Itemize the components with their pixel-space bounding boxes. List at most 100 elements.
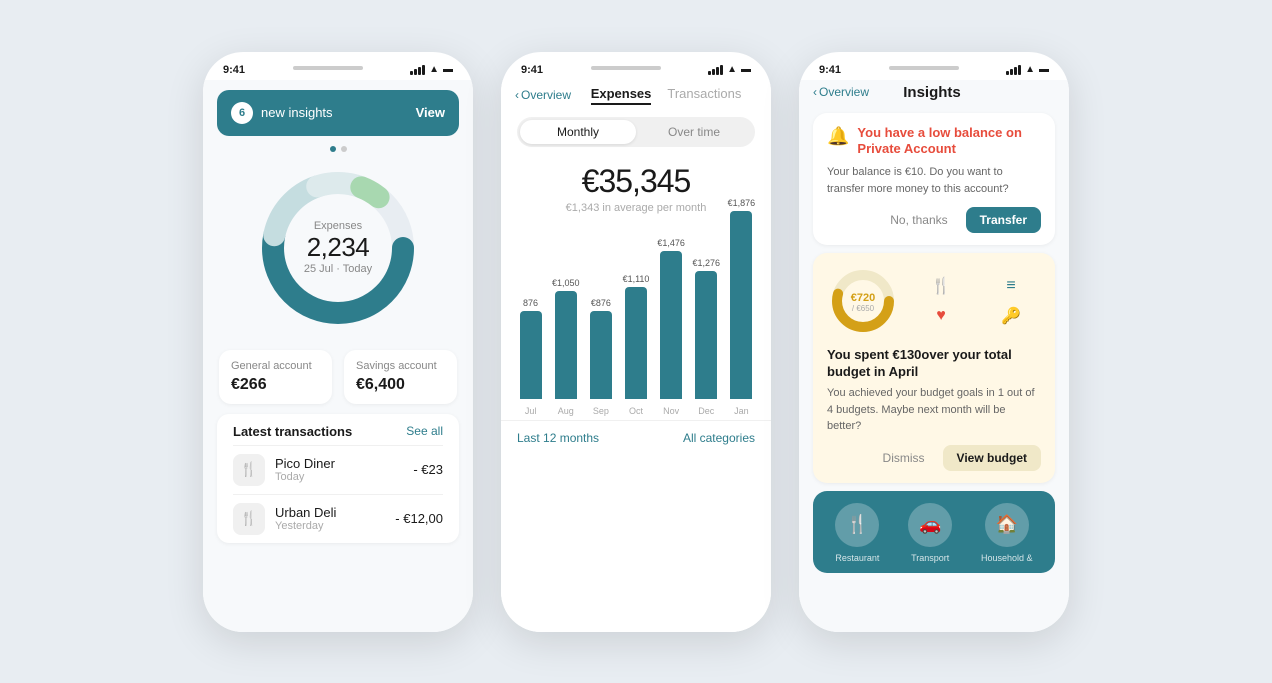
toggle-overtime[interactable]: Over time — [636, 120, 752, 144]
bar-col-oct: €1,110 Oct — [618, 274, 653, 416]
account-general[interactable]: General account €266 — [219, 350, 332, 404]
signal-icon-3 — [1006, 65, 1021, 75]
tx-icon-1: 🍴 — [233, 454, 265, 486]
bar-label-nov: Nov — [663, 406, 679, 416]
battery-icon-2: ▬ — [741, 64, 751, 75]
transfer-btn[interactable]: Transfer — [966, 207, 1041, 233]
alert-header: 🔔 You have a low balance on Private Acco… — [827, 125, 1041, 159]
back-button-3[interactable]: ‹ Overview — [813, 85, 869, 99]
bar-label-jul: Jul — [525, 406, 537, 416]
back-label-3: Overview — [819, 85, 869, 99]
bar-chart: 876 Jul €1,050 Aug €876 Sep €1,110 — [501, 216, 771, 416]
insights-page-title: Insights — [873, 84, 991, 101]
bell-icon: 🔔 — [827, 126, 849, 147]
donut-chart-section: Expenses 2,234 25 Jul · Today — [203, 158, 473, 338]
budget-icon-heart: ♥ — [911, 306, 971, 326]
phone-insights: 9:41 ▲ ▬ ‹ Overview Insights — [799, 52, 1069, 632]
alert-card: 🔔 You have a low balance on Private Acco… — [813, 113, 1055, 246]
status-bar-3: 9:41 ▲ ▬ — [799, 52, 1069, 80]
view-budget-btn[interactable]: View budget — [943, 445, 1041, 471]
battery-icon-1: ▬ — [443, 64, 453, 75]
tab-expenses[interactable]: Expenses — [591, 86, 652, 105]
last-12-months-btn[interactable]: Last 12 months — [517, 431, 599, 445]
tx-amount-1: - €23 — [413, 462, 443, 477]
tx-details-1: Pico Diner Today — [275, 456, 403, 483]
alert-actions: No, thanks Transfer — [827, 207, 1041, 233]
tx-name-2: Urban Deli — [275, 505, 385, 520]
bar-label-aug: Aug — [558, 406, 574, 416]
bar-value-dec: €1,276 — [693, 258, 721, 268]
budget-icon-restaurant: 🍴 — [911, 276, 971, 296]
all-categories-btn[interactable]: All categories — [683, 431, 755, 445]
bar-label-jan: Jan — [734, 406, 749, 416]
tab-navigation: ‹ Overview Expenses Transactions — [501, 80, 771, 113]
phone1-content: 6 new insights View — [203, 80, 473, 632]
bar-jul — [520, 311, 542, 399]
cat-label-transport: Transport — [911, 553, 949, 563]
bar-col-nov: €1,476 Nov — [654, 238, 689, 416]
see-all-btn[interactable]: See all — [406, 424, 443, 438]
dismiss-btn[interactable]: Dismiss — [873, 445, 935, 471]
transactions-section: Latest transactions See all 🍴 Pico Diner… — [217, 414, 459, 543]
bar-label-oct: Oct — [629, 406, 643, 416]
budget-donut-sub: / €650 — [852, 304, 875, 313]
time-2: 9:41 — [521, 64, 543, 76]
transaction-item-2[interactable]: 🍴 Urban Deli Yesterday - €12,00 — [233, 494, 443, 543]
cat-label-restaurant: Restaurant — [835, 553, 879, 563]
phones-container: 9:41 ▲ ▬ 6 new insights View — [203, 52, 1069, 632]
phone3-content: ‹ Overview Insights 🔔 You have a low bal… — [799, 80, 1069, 632]
bar-value-nov: €1,476 — [657, 238, 685, 248]
bar-value-oct: €1,110 — [623, 274, 650, 284]
notch-1 — [293, 66, 363, 70]
insights-label: new insights — [261, 105, 333, 120]
notch-3 — [889, 66, 959, 70]
bar-nov — [660, 251, 682, 399]
budget-icon-key: 🔑 — [981, 306, 1041, 326]
no-thanks-btn[interactable]: No, thanks — [880, 207, 957, 233]
time-1: 9:41 — [223, 64, 245, 76]
account-savings-name: Savings account — [356, 360, 445, 372]
alert-body: Your balance is €10. Do you want to tran… — [827, 164, 1041, 197]
insights-view-btn[interactable]: View — [416, 105, 445, 120]
bar-value-jul: 876 — [523, 298, 538, 308]
back-button-2[interactable]: ‹ Overview — [515, 88, 571, 102]
donut-amount: 2,234 — [304, 232, 372, 263]
bar-aug — [555, 291, 577, 399]
tx-name-1: Pico Diner — [275, 456, 403, 471]
account-savings-amount: €6,400 — [356, 376, 445, 394]
bar-label-dec: Dec — [698, 406, 714, 416]
transactions-title: Latest transactions — [233, 424, 352, 439]
tab-transactions[interactable]: Transactions — [667, 86, 741, 105]
bar-label-sep: Sep — [593, 406, 609, 416]
cat-icon-household: 🏠 — [985, 503, 1029, 547]
wifi-icon-1: ▲ — [429, 64, 439, 75]
budget-title: You spent €130over your total budget in … — [827, 347, 1041, 381]
cat-household[interactable]: 🏠 Household & — [981, 503, 1033, 563]
signal-icon-2 — [708, 65, 723, 75]
tx-date-2: Yesterday — [275, 520, 385, 532]
bar-col-aug: €1,050 Aug — [548, 278, 583, 416]
cat-restaurant[interactable]: 🍴 Restaurant — [835, 503, 879, 563]
bar-value-jan: €1,876 — [728, 198, 756, 208]
bar-dec — [695, 271, 717, 399]
account-general-name: General account — [231, 360, 320, 372]
donut-center: Expenses 2,234 25 Jul · Today — [304, 220, 372, 275]
dot-2 — [341, 146, 347, 152]
bar-jan — [730, 211, 752, 399]
back-label-2: Overview — [521, 88, 571, 102]
cat-transport[interactable]: 🚗 Transport — [908, 503, 952, 563]
tx-amount-2: - €12,00 — [395, 511, 443, 526]
transaction-item-1[interactable]: 🍴 Pico Diner Today - €23 — [233, 445, 443, 494]
phone2-content: ‹ Overview Expenses Transactions Monthly… — [501, 80, 771, 632]
account-savings[interactable]: Savings account €6,400 — [344, 350, 457, 404]
dots-navigation — [203, 146, 473, 152]
chevron-left-icon-3: ‹ — [813, 85, 817, 99]
insights-banner[interactable]: 6 new insights View — [217, 90, 459, 136]
battery-icon-3: ▬ — [1039, 64, 1049, 75]
cat-icon-restaurant: 🍴 — [835, 503, 879, 547]
status-icons-3: ▲ ▬ — [1006, 64, 1049, 75]
dot-active — [330, 146, 336, 152]
toggle-monthly[interactable]: Monthly — [520, 120, 636, 144]
bar-value-sep: €876 — [591, 298, 611, 308]
status-icons-1: ▲ ▬ — [410, 64, 453, 75]
